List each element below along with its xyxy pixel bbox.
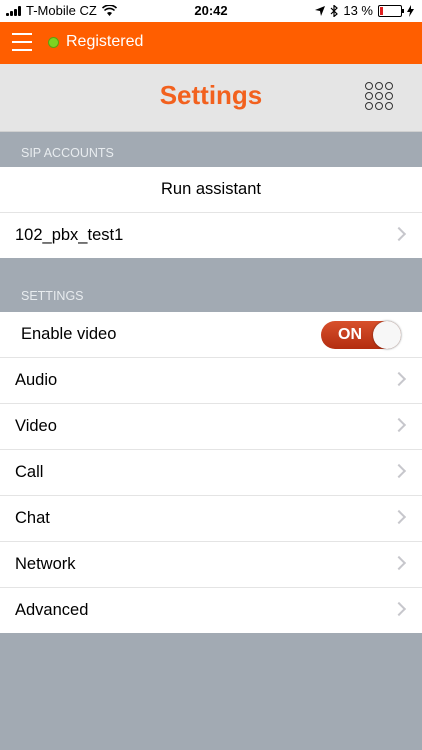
top-bar: Registered (0, 22, 422, 64)
location-icon (315, 5, 326, 16)
chevron-right-icon (391, 509, 407, 525)
chevron-right-icon (391, 417, 407, 433)
enable-video-label: Enable video (21, 325, 117, 343)
run-assistant-label: Run assistant (161, 180, 261, 198)
page-title: Settings (159, 80, 263, 110)
settings-item-label: Audio (15, 371, 58, 389)
settings-item-chat[interactable]: Chat (0, 496, 422, 542)
chevron-right-icon (391, 555, 407, 571)
chevron-right-icon (391, 226, 407, 242)
sip-account-item[interactable]: 102_pbx_test1 (0, 213, 422, 258)
bluetooth-icon (330, 4, 339, 17)
settings-list: Enable video ON Audio Video Call Chat Ne… (0, 312, 422, 633)
settings-item-label: Chat (15, 509, 50, 527)
chevron-right-icon (391, 601, 407, 617)
menu-icon[interactable] (12, 33, 32, 51)
enable-video-row: Enable video ON (0, 312, 422, 358)
page-header: Settings (0, 64, 422, 132)
enable-video-toggle[interactable]: ON (321, 321, 401, 349)
sip-account-label: 102_pbx_test1 (15, 226, 124, 244)
registration-status: Registered (66, 33, 144, 50)
toggle-state-label: ON (338, 326, 362, 343)
chevron-right-icon (391, 463, 407, 479)
toggle-knob (373, 321, 401, 349)
sip-accounts-header: SIP ACCOUNTS (0, 132, 422, 167)
battery-percent: 13 % (343, 3, 373, 18)
settings-item-audio[interactable]: Audio (0, 358, 422, 404)
charging-icon (407, 4, 414, 17)
registration-status-icon (48, 37, 59, 48)
settings-item-label: Call (15, 463, 44, 481)
settings-item-label: Advanced (15, 601, 89, 619)
sip-accounts-list: Run assistant 102_pbx_test1 (0, 167, 422, 258)
settings-item-label: Video (15, 417, 57, 435)
settings-item-label: Network (15, 555, 76, 573)
chevron-right-icon (391, 371, 407, 387)
run-assistant-button[interactable]: Run assistant (0, 167, 422, 213)
settings-header: SETTINGS (0, 258, 422, 312)
settings-item-advanced[interactable]: Advanced (0, 588, 422, 633)
settings-item-network[interactable]: Network (0, 542, 422, 588)
settings-item-call[interactable]: Call (0, 450, 422, 496)
status-bar: T-Mobile CZ 20:42 13 % (0, 0, 422, 22)
battery-icon (378, 4, 404, 17)
dialpad-icon[interactable] (365, 82, 393, 110)
settings-item-video[interactable]: Video (0, 404, 422, 450)
